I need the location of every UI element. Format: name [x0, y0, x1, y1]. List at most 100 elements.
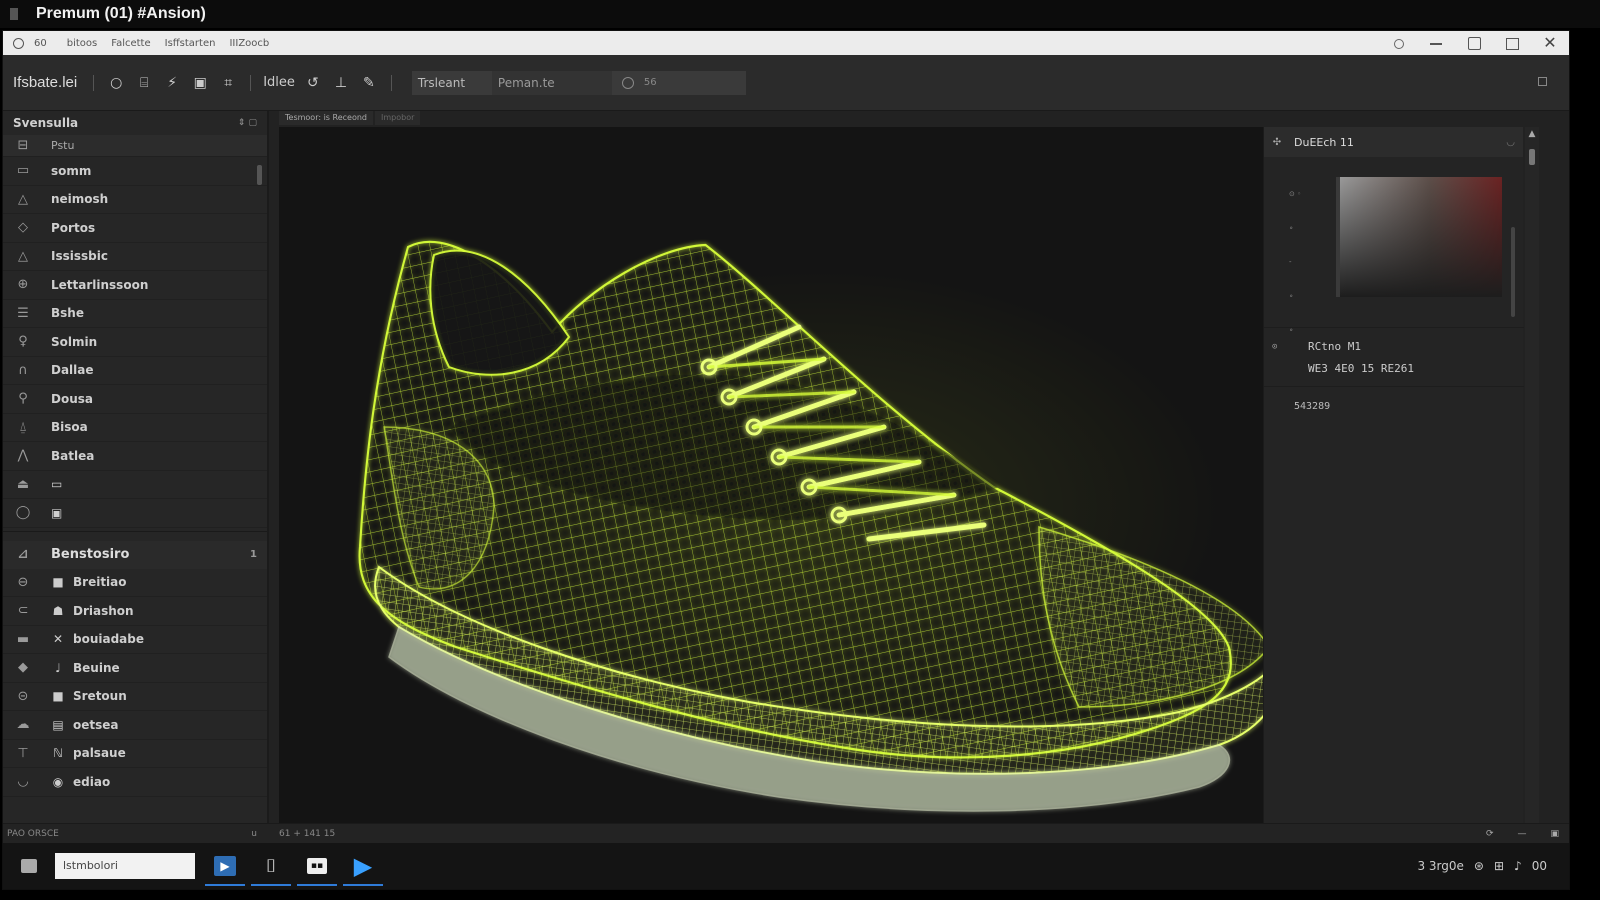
- shoe-wireframe-model[interactable]: [279, 127, 1263, 823]
- align-tool-icon[interactable]: ⊥: [332, 74, 350, 92]
- run-button[interactable]: ▶: [343, 849, 383, 886]
- list-item[interactable]: ⊕ Lettarlinssoon: [3, 271, 267, 300]
- toolbar-divider: [93, 74, 95, 91]
- sync-icon[interactable]: ⟳: [1486, 829, 1494, 839]
- brush-icon: ⊿: [17, 547, 29, 562]
- arch-icon: ∩: [18, 362, 28, 378]
- search-input[interactable]: Peman.te: [491, 70, 612, 95]
- list-item-label: palsaue: [73, 746, 126, 761]
- camera-button[interactable]: ⌷: [251, 849, 291, 886]
- network-icon[interactable]: ⊛: [1474, 859, 1484, 873]
- comment-tool-icon[interactable]: ⌸: [135, 74, 153, 92]
- dots-icon: ▪▪: [307, 858, 327, 874]
- list-item[interactable]: △ Ississbic: [3, 243, 267, 271]
- list-item[interactable]: ⊝ ■ Sretoun: [3, 683, 267, 711]
- list-item[interactable]: ◯ ▣: [3, 499, 267, 528]
- curve-icon: ◡: [17, 774, 29, 790]
- taskbar-input[interactable]: lstmbolori: [55, 853, 195, 879]
- list-item[interactable]: ♀ Solmin: [3, 328, 267, 357]
- status-left-text: PAO ORSCE: [7, 828, 59, 839]
- list-item-label: ▭: [51, 477, 63, 492]
- panel-icon: ▭: [16, 163, 30, 179]
- list-item[interactable]: ⊤ ℕpalsaue: [3, 740, 267, 768]
- section2-count: 1: [250, 549, 257, 560]
- section-controls-icon[interactable]: ⇕ ▢: [238, 118, 257, 128]
- list-subheader[interactable]: ⊟ Pstu: [3, 135, 267, 157]
- list-item[interactable]: ☰ Bshe: [3, 300, 267, 328]
- list-item[interactable]: ⋀ Batlea: [3, 442, 267, 471]
- toolbar-label[interactable]: Idlee: [263, 75, 295, 90]
- restore-icon[interactable]: [1505, 36, 1519, 50]
- list-item-label: Batlea: [51, 448, 95, 463]
- menu-item-falcette[interactable]: Falcette: [111, 38, 150, 49]
- list-item[interactable]: ◇ Portos: [3, 214, 267, 243]
- item-folder-icon: ☗: [52, 603, 64, 618]
- list-item-label: somm: [51, 163, 92, 178]
- item-doc-icon: ▤: [52, 717, 64, 732]
- crop-tool-icon[interactable]: ⌗: [219, 74, 237, 92]
- list-item[interactable]: △ neimosh: [3, 186, 267, 214]
- list-item[interactable]: ⚲ Dousa: [3, 385, 267, 414]
- image-tool-icon[interactable]: ▣: [191, 74, 209, 92]
- section-header-2[interactable]: ⊿ Benstosiro 1: [3, 540, 267, 569]
- status-left: PAO ORSCE u: [7, 829, 257, 839]
- link-icon: ⊝: [17, 688, 29, 704]
- menubar-badge[interactable]: 60: [34, 38, 47, 49]
- color-swatch[interactable]: [1336, 177, 1502, 297]
- window-icon[interactable]: ▣: [1550, 829, 1559, 839]
- menu-item-isffstarten[interactable]: Isffstarten: [165, 38, 216, 49]
- search-icon[interactable]: [621, 76, 634, 89]
- dots-button[interactable]: ▪▪: [297, 849, 337, 886]
- list-item-label: Dallae: [51, 363, 94, 378]
- right-scrollbar[interactable]: ▲: [1525, 127, 1539, 823]
- menu-item-bitoos[interactable]: bitoos: [67, 38, 98, 49]
- minus-icon[interactable]: —: [1517, 829, 1526, 839]
- list-item[interactable]: ▭ somm: [3, 157, 267, 186]
- minimize-icon[interactable]: [1429, 36, 1443, 50]
- list-item[interactable]: ☁ ▤ oetsea: [3, 711, 267, 740]
- cloud-icon: ☁: [16, 717, 30, 733]
- settings-dot-icon[interactable]: [1391, 36, 1405, 50]
- list-item[interactable]: ◆ ♩ Beuine: [3, 654, 267, 683]
- close-icon[interactable]: ✕: [1543, 35, 1557, 51]
- status-bar: PAO ORSCE u 61 + 141 15 ⟳ — ▣: [3, 823, 1569, 843]
- list-item[interactable]: ⍙ Bisoa: [3, 414, 267, 442]
- wand-tool-icon[interactable]: ⚡: [163, 74, 181, 92]
- list-item[interactable]: ⏏ ▭: [3, 471, 267, 499]
- list-item[interactable]: ⊖ ■ Breitiao: [3, 569, 267, 597]
- list-item[interactable]: ◡ ◉ ediao: [3, 768, 267, 797]
- collapse-icon[interactable]: ◡: [1506, 137, 1515, 148]
- pin-icon: ♀: [18, 334, 28, 350]
- rotate-tool-icon[interactable]: ↺: [304, 74, 322, 92]
- list-item[interactable]: ▬ ✕ bouiadabe: [3, 626, 267, 654]
- scroll-thumb[interactable]: [1529, 149, 1535, 165]
- maximize-icon[interactable]: [1467, 36, 1481, 50]
- picker-markers: ⊙ ◦ ∘ - ∘ ∘: [1289, 190, 1302, 334]
- picker-slider[interactable]: [1511, 227, 1515, 317]
- 3d-viewport[interactable]: [279, 127, 1263, 823]
- paint-tool-icon[interactable]: ✎: [360, 74, 378, 92]
- circle-icon[interactable]: [13, 37, 24, 49]
- audio-icon[interactable]: ♪: [1514, 859, 1522, 873]
- play-button[interactable]: ▶: [205, 849, 245, 886]
- tab-receond[interactable]: Tesmoor: is Receond: [279, 111, 374, 125]
- search-bar[interactable]: Trsleant Peman.te 56: [411, 70, 746, 95]
- list-item-label: Dousa: [51, 391, 93, 406]
- file-icon[interactable]: [21, 859, 37, 873]
- menu-item-iiizoocb[interactable]: IIIZoocb: [229, 38, 269, 49]
- list-item-label: Beuine: [73, 660, 120, 675]
- display-icon[interactable]: ⊞: [1494, 859, 1504, 873]
- right-panel: ✣ DuEEch 11 ◡ ⊙ ◦ ∘ - ∘ ∘ ⊙ RCtno M1 WE3 4E0…: [1263, 127, 1524, 823]
- scroll-up-icon[interactable]: ▲: [1525, 129, 1539, 139]
- puzzle-icon: ✣: [1272, 136, 1282, 148]
- tool-icon: ⏏: [16, 476, 30, 492]
- panel-toggle-icon[interactable]: [1538, 77, 1547, 86]
- list-item[interactable]: ∩ Dallae: [3, 357, 267, 385]
- list-item-label: Sretoun: [73, 689, 127, 704]
- item-chart-icon: ℕ: [53, 746, 63, 761]
- list-item-label: Breitiao: [73, 575, 127, 590]
- left-panel: Svensulla ⇕ ▢ ⊟ Pstu ▭ somm △ neimosh ◇ Por…: [3, 111, 269, 823]
- circle-tool-icon[interactable]: ○: [107, 74, 125, 92]
- list-item[interactable]: ⊂ ☗ Driashon: [3, 597, 267, 626]
- tab-impobor[interactable]: Impobor: [375, 111, 421, 125]
